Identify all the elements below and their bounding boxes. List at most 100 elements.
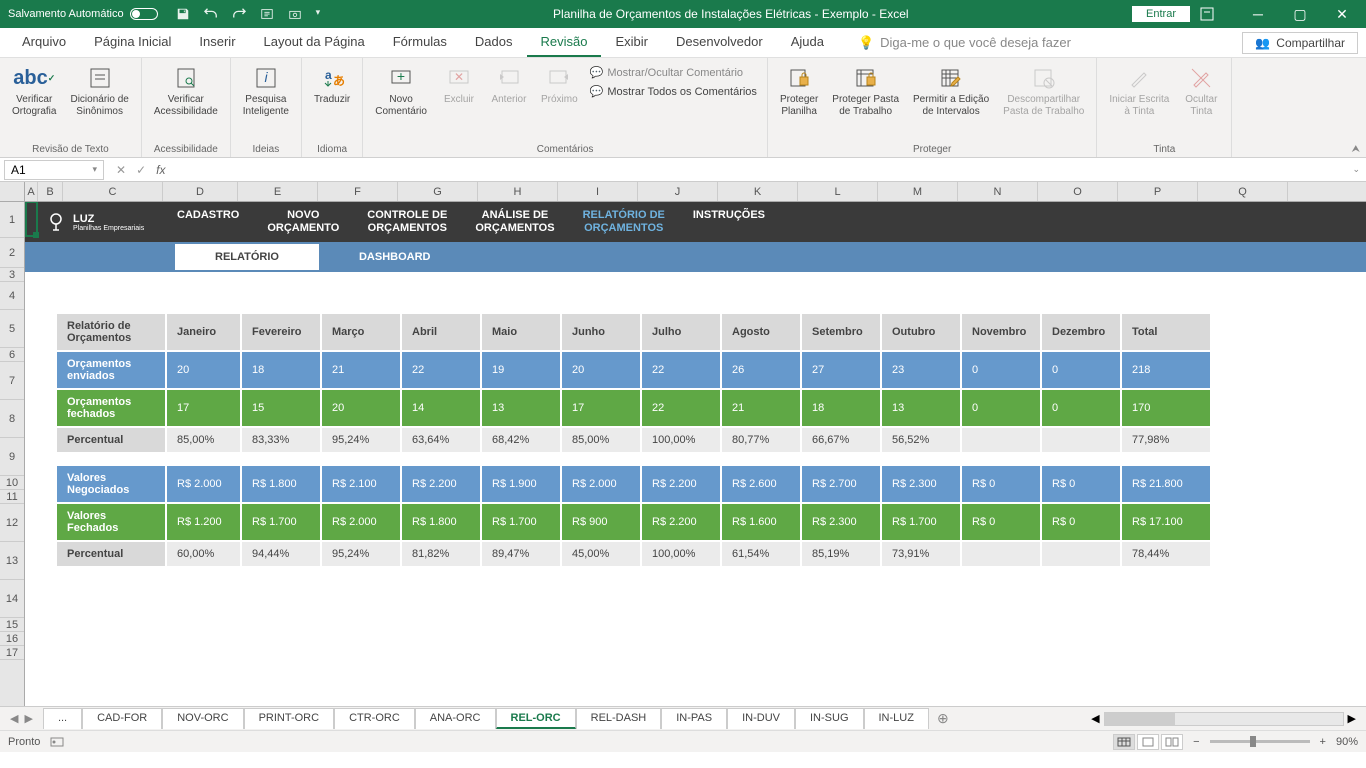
- ribbon-tab-arquivo[interactable]: Arquivo: [8, 28, 80, 57]
- col-header[interactable]: O: [1038, 182, 1118, 201]
- delete-comment-button[interactable]: ✕ Excluir: [435, 60, 483, 110]
- table-cell[interactable]: [1041, 427, 1121, 453]
- table-cell[interactable]: 22: [641, 351, 721, 389]
- row-header[interactable]: 14: [0, 580, 24, 618]
- table-cell[interactable]: 56,52%: [881, 427, 961, 453]
- table-cell[interactable]: R$ 2.000: [321, 503, 401, 541]
- table-cell[interactable]: 73,91%: [881, 541, 961, 567]
- row-header[interactable]: 12: [0, 504, 24, 542]
- nav-item[interactable]: INSTRUÇÕES: [679, 209, 779, 235]
- sub-nav-item[interactable]: RELATÓRIO: [175, 244, 319, 270]
- table-cell[interactable]: 14: [401, 389, 481, 427]
- ribbon-tab-exibir[interactable]: Exibir: [601, 28, 662, 57]
- table-cell[interactable]: 22: [401, 351, 481, 389]
- table-cell[interactable]: R$ 2.200: [641, 465, 721, 503]
- table-cell[interactable]: 100,00%: [641, 427, 721, 453]
- sheet-tab[interactable]: IN-DUV: [727, 708, 795, 729]
- nav-item[interactable]: CONTROLE DE ORÇAMENTOS: [353, 209, 461, 235]
- col-header[interactable]: P: [1118, 182, 1198, 201]
- ribbon-tab-revisão[interactable]: Revisão: [527, 28, 602, 57]
- table-cell[interactable]: [1041, 541, 1121, 567]
- table-cell[interactable]: 68,42%: [481, 427, 561, 453]
- table-cell[interactable]: 26: [721, 351, 801, 389]
- zoom-out-button[interactable]: −: [1193, 736, 1199, 748]
- table-cell[interactable]: 13: [881, 389, 961, 427]
- sheet-tab[interactable]: ...: [43, 708, 82, 729]
- table-cell[interactable]: R$ 1.200: [166, 503, 241, 541]
- hide-ink-button[interactable]: Ocultar Tinta: [1177, 60, 1225, 122]
- macro-record-icon[interactable]: [50, 735, 64, 749]
- table-cell[interactable]: R$ 1.700: [241, 503, 321, 541]
- table-cell[interactable]: 22: [641, 389, 721, 427]
- table-cell[interactable]: R$ 2.700: [801, 465, 881, 503]
- camera-icon[interactable]: [288, 7, 302, 21]
- row-header[interactable]: 8: [0, 400, 24, 438]
- sheet-tab[interactable]: IN-PAS: [661, 708, 727, 729]
- new-comment-button[interactable]: + Novo Comentário: [369, 60, 433, 122]
- sheet-tab[interactable]: IN-SUG: [795, 708, 864, 729]
- sheet-tab[interactable]: CTR-ORC: [334, 708, 415, 729]
- normal-view-button[interactable]: [1113, 734, 1135, 750]
- formula-input[interactable]: [173, 160, 1346, 180]
- ribbon-tab-layout-da-página[interactable]: Layout da Página: [250, 28, 379, 57]
- table-cell[interactable]: 0: [1041, 351, 1121, 389]
- table-cell[interactable]: 17: [561, 389, 641, 427]
- table-cell[interactable]: 13: [481, 389, 561, 427]
- thesaurus-button[interactable]: Dicionário de Sinônimos: [64, 60, 134, 122]
- tab-scroll-right-icon[interactable]: ▶: [24, 712, 32, 725]
- table-cell[interactable]: 18: [801, 389, 881, 427]
- ribbon-tab-fórmulas[interactable]: Fórmulas: [379, 28, 461, 57]
- share-button[interactable]: 👥 Compartilhar: [1242, 32, 1358, 54]
- table-cell[interactable]: R$ 1.600: [721, 503, 801, 541]
- nav-item[interactable]: CADASTRO: [163, 209, 253, 235]
- unshare-workbook-button[interactable]: Descompartilhar Pasta de Trabalho: [997, 60, 1090, 122]
- row-header[interactable]: 3: [0, 268, 24, 282]
- nav-item[interactable]: NOVO ORÇAMENTO: [253, 209, 353, 235]
- col-header[interactable]: Q: [1198, 182, 1288, 201]
- horizontal-scrollbar[interactable]: ◀ ▶: [957, 712, 1366, 726]
- table-cell[interactable]: R$ 2.200: [401, 465, 481, 503]
- table-cell[interactable]: R$ 1.800: [241, 465, 321, 503]
- table-cell[interactable]: R$ 2.200: [641, 503, 721, 541]
- row-header[interactable]: 6: [0, 348, 24, 362]
- close-icon[interactable]: ✕: [1326, 6, 1358, 23]
- sheet-tab[interactable]: CAD-FOR: [82, 708, 162, 729]
- minimize-icon[interactable]: ─: [1242, 6, 1274, 22]
- sheet-tab[interactable]: REL-DASH: [576, 708, 662, 729]
- table-cell[interactable]: R$ 0: [961, 465, 1041, 503]
- table-cell[interactable]: 218: [1121, 351, 1211, 389]
- table-cell[interactable]: 21: [321, 351, 401, 389]
- table-cell[interactable]: R$ 2.600: [721, 465, 801, 503]
- table-cell[interactable]: R$ 0: [1041, 503, 1121, 541]
- ribbon-tab-ajuda[interactable]: Ajuda: [777, 28, 838, 57]
- cancel-formula-icon[interactable]: ✕: [116, 163, 126, 177]
- accessibility-button[interactable]: Verificar Acessibilidade: [148, 60, 224, 122]
- table-cell[interactable]: 20: [321, 389, 401, 427]
- row-header[interactable]: 17: [0, 646, 24, 660]
- row-header[interactable]: 10: [0, 476, 24, 490]
- table-cell[interactable]: R$ 2.100: [321, 465, 401, 503]
- next-comment-button[interactable]: Próximo: [535, 60, 584, 110]
- qat-icon[interactable]: [260, 7, 274, 21]
- protect-sheet-button[interactable]: Proteger Planilha: [774, 60, 824, 122]
- expand-formula-icon[interactable]: ⌄: [1346, 164, 1366, 175]
- row-header[interactable]: 9: [0, 438, 24, 476]
- table-cell[interactable]: 170: [1121, 389, 1211, 427]
- spelling-button[interactable]: abc✓ Verificar Ortografia: [6, 60, 62, 122]
- table-cell[interactable]: 85,19%: [801, 541, 881, 567]
- col-header[interactable]: K: [718, 182, 798, 201]
- fx-icon[interactable]: fx: [156, 163, 165, 177]
- zoom-level[interactable]: 90%: [1336, 736, 1358, 748]
- translate-button[interactable]: aあ Traduzir: [308, 60, 356, 110]
- table-cell[interactable]: R$ 2.300: [881, 465, 961, 503]
- start-inking-button[interactable]: Iniciar Escrita à Tinta: [1103, 60, 1175, 122]
- show-all-comments-button[interactable]: 💬Mostrar Todos os Comentários: [586, 83, 761, 100]
- table-cell[interactable]: 78,44%: [1121, 541, 1211, 567]
- table-cell[interactable]: R$ 900: [561, 503, 641, 541]
- col-header[interactable]: I: [558, 182, 638, 201]
- table-cell[interactable]: [961, 427, 1041, 453]
- table-cell[interactable]: 95,24%: [321, 427, 401, 453]
- row-header[interactable]: 11: [0, 490, 24, 504]
- col-header[interactable]: L: [798, 182, 878, 201]
- ribbon-tab-página-inicial[interactable]: Página Inicial: [80, 28, 185, 57]
